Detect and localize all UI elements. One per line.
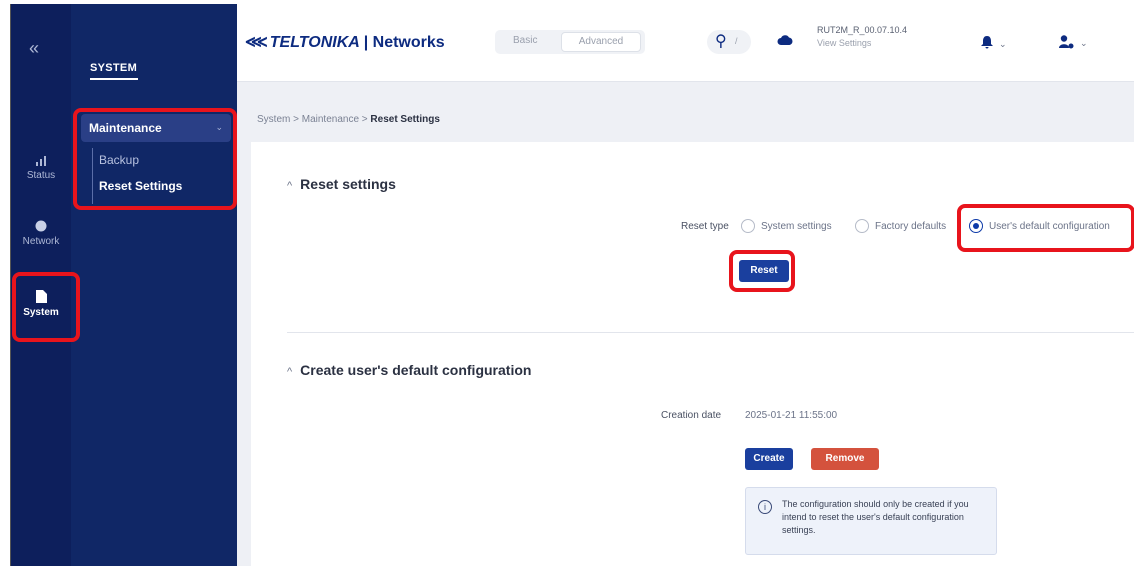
search-icon: ⚲ [715,33,727,50]
info-box: i The configuration should only be creat… [745,487,997,555]
mode-toggle: Basic Advanced [495,30,645,54]
breadcrumb-item[interactable]: System [257,114,290,125]
signal-icon [36,156,46,166]
chevron-down-icon: ⌄ [999,39,1007,49]
firmware-version: RUT2M_R_00.07.10.4 [817,25,908,35]
globe-icon [35,220,47,232]
logo-mark-icon: ⋘ [245,34,268,51]
breadcrumb-item[interactable]: Maintenance [302,114,359,125]
cloud-icon[interactable] [777,34,793,46]
breadcrumb-current: Reset Settings [370,114,440,125]
rail-item-label: Network [22,236,60,247]
user-menu[interactable]: ⌄ [1059,33,1088,51]
double-chevron-left-icon[interactable]: « [29,38,39,59]
breadcrumb: System > Maintenance > Reset Settings [257,114,440,125]
submenu-title-underline [90,78,138,80]
user-settings-icon [1059,35,1074,49]
highlight-user-default-option [957,204,1134,252]
search-shortcut: / [735,36,738,46]
notifications-menu[interactable]: ⌄ [981,34,1007,52]
radio-circle [741,219,755,233]
rail-item-status[interactable]: Status [11,154,71,181]
submenu-panel: SYSTEM Maintenance ⌄ Backup Reset Settin… [71,4,237,566]
app-frame: « Status Network System SYSTEM Maintenan… [10,4,1134,566]
create-default-config-header[interactable]: ^ Create user's default configuration [287,362,531,378]
breadcrumb-separator: > [293,114,299,125]
search-button[interactable]: ⚲ / [707,30,751,54]
chevron-up-icon: ^ [287,180,293,192]
creation-date-label: Creation date [661,410,722,421]
section-divider [287,332,1134,333]
submenu-title: SYSTEM [90,62,138,74]
create-button[interactable]: Create [745,448,793,470]
reset-type-label: Reset type [681,221,729,232]
logo-sub: Networks [372,34,445,51]
mode-advanced[interactable]: Advanced [561,32,641,52]
radio-label: Factory defaults [875,220,947,232]
top-bar: ⋘ TELTONIKA | Networks Basic Advanced ⚲ /… [237,4,1134,82]
highlight-reset-button [729,250,795,292]
radio-factory-defaults[interactable]: Factory defaults [855,219,946,233]
teltonika-logo[interactable]: ⋘ TELTONIKA | Networks [245,32,445,52]
breadcrumb-separator: > [361,114,368,125]
mode-basic[interactable]: Basic [513,35,537,46]
highlight-rail-system [12,272,80,342]
info-text: The configuration should only be created… [782,499,969,535]
section-title: Reset settings [300,176,396,192]
rail-item-network[interactable]: Network [11,220,71,247]
rail-item-label: Status [26,170,56,181]
radio-system-settings[interactable]: System settings [741,219,832,233]
highlight-submenu [73,108,237,210]
logo-brand: TELTONIKA [269,34,360,51]
bell-icon [981,36,993,49]
section-title: Create user's default configuration [300,362,532,378]
chevron-up-icon: ^ [287,366,293,378]
radio-label: System settings [761,220,832,232]
chevron-down-icon: ⌄ [1080,38,1088,48]
info-icon: i [758,500,772,514]
creation-date-value: 2025-01-21 11:55:00 [745,410,838,421]
firmware-info[interactable]: RUT2M_R_00.07.10.4 View Settings [817,25,907,48]
remove-button[interactable]: Remove [811,448,879,470]
radio-circle [855,219,869,233]
view-settings-link[interactable]: View Settings [817,38,907,48]
reset-settings-header[interactable]: ^ Reset settings [287,176,396,192]
logo-separator: | [363,34,369,51]
